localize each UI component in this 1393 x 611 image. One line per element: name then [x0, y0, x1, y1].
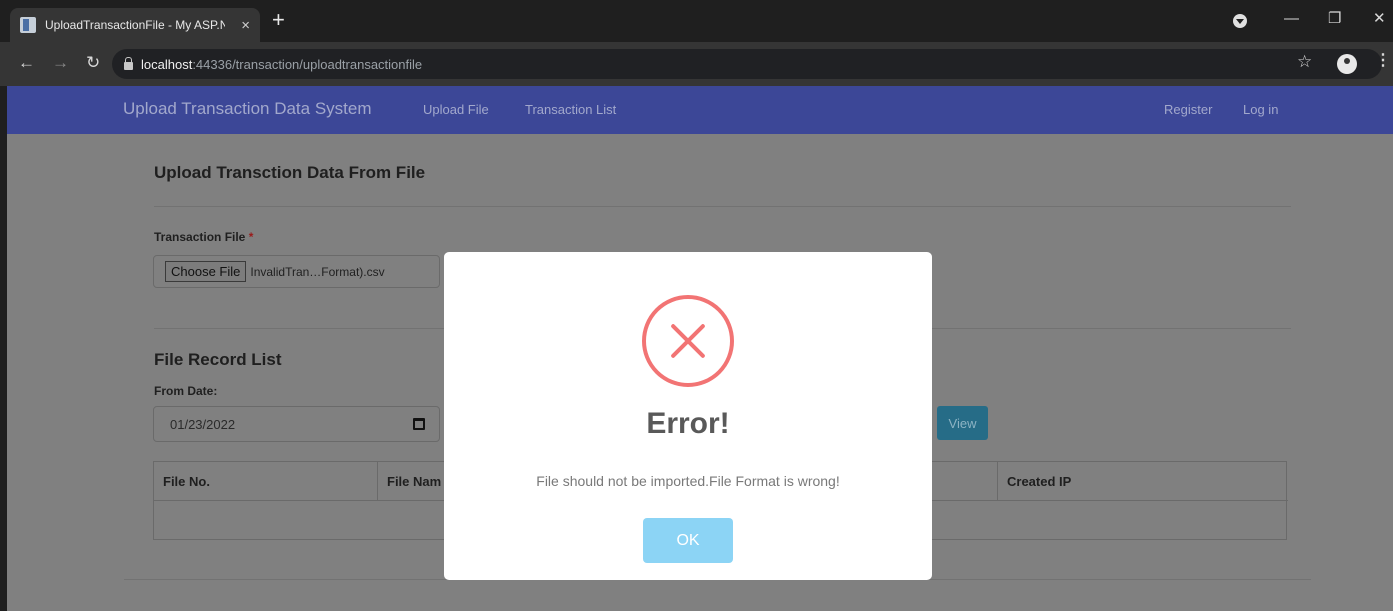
choose-file-button[interactable]: Choose File [165, 261, 247, 282]
dialog-title: Error! [646, 407, 730, 440]
error-x-icon [642, 295, 734, 387]
nav-upload-file[interactable]: Upload File [423, 102, 489, 117]
bookmark-star-icon[interactable]: ☆ [1297, 53, 1312, 70]
profile-avatar-icon[interactable] [1337, 54, 1357, 74]
calendar-icon[interactable] [413, 418, 425, 430]
tab-title: UploadTransactionFile - My ASP.N [45, 18, 225, 32]
site-navbar: Upload Transaction Data System Upload Fi… [7, 86, 1393, 134]
dialog-message: File should not be imported.File Format … [536, 473, 840, 489]
tab-search-icon[interactable] [1233, 14, 1247, 28]
selected-file-name: InvalidTran…Format).csv [250, 264, 385, 279]
browser-tab-strip: UploadTransactionFile - My ASP.N × + — ❐… [0, 0, 1393, 42]
address-bar[interactable]: localhost :44336/transaction/uploadtrans… [112, 49, 1382, 79]
browser-tab[interactable]: UploadTransactionFile - My ASP.N × [10, 8, 260, 42]
column-header-created-ip: Created IP [998, 462, 1288, 501]
from-date-input[interactable]: 01/23/2022 [153, 406, 440, 442]
transaction-file-label: Transaction File * [154, 230, 254, 244]
column-header-file-no: File No. [154, 462, 378, 501]
nav-register[interactable]: Register [1164, 102, 1212, 117]
nav-login[interactable]: Log in [1243, 102, 1278, 117]
ok-button[interactable]: OK [643, 518, 733, 563]
divider [154, 206, 1291, 207]
reload-icon[interactable]: ↻ [86, 54, 100, 71]
menu-kebab-icon[interactable]: ⋮ [1375, 53, 1391, 69]
back-arrow-icon[interactable]: ← [18, 54, 35, 71]
page-favicon-icon [20, 17, 36, 33]
url-host: localhost [141, 56, 193, 72]
view-button[interactable]: View [937, 406, 988, 440]
error-dialog: Error! File should not be imported.File … [444, 252, 932, 580]
upload-section-title: Upload Transction Data From File [154, 163, 426, 182]
from-date-label: From Date: [154, 384, 218, 398]
tab-close-icon[interactable]: × [241, 18, 250, 33]
close-window-icon[interactable]: ✕ [1373, 11, 1386, 26]
minimize-icon[interactable]: — [1284, 11, 1299, 26]
restore-icon[interactable]: ❐ [1328, 11, 1341, 26]
from-date-value: 01/23/2022 [170, 416, 236, 432]
transaction-file-input[interactable]: Choose File InvalidTran…Format).csv [153, 255, 440, 288]
nav-transaction-list[interactable]: Transaction List [525, 102, 616, 117]
required-marker: * [248, 230, 254, 244]
site-brand[interactable]: Upload Transaction Data System [123, 99, 372, 119]
browser-toolbar: ← → ↻ localhost :44336/transaction/uploa… [0, 42, 1393, 86]
forward-arrow-icon[interactable]: → [52, 54, 69, 71]
url-path: :44336/transaction/uploadtransactionfile [192, 56, 423, 72]
records-section-title: File Record List [154, 350, 282, 369]
new-tab-button[interactable]: + [272, 9, 285, 31]
lock-icon [124, 56, 133, 70]
